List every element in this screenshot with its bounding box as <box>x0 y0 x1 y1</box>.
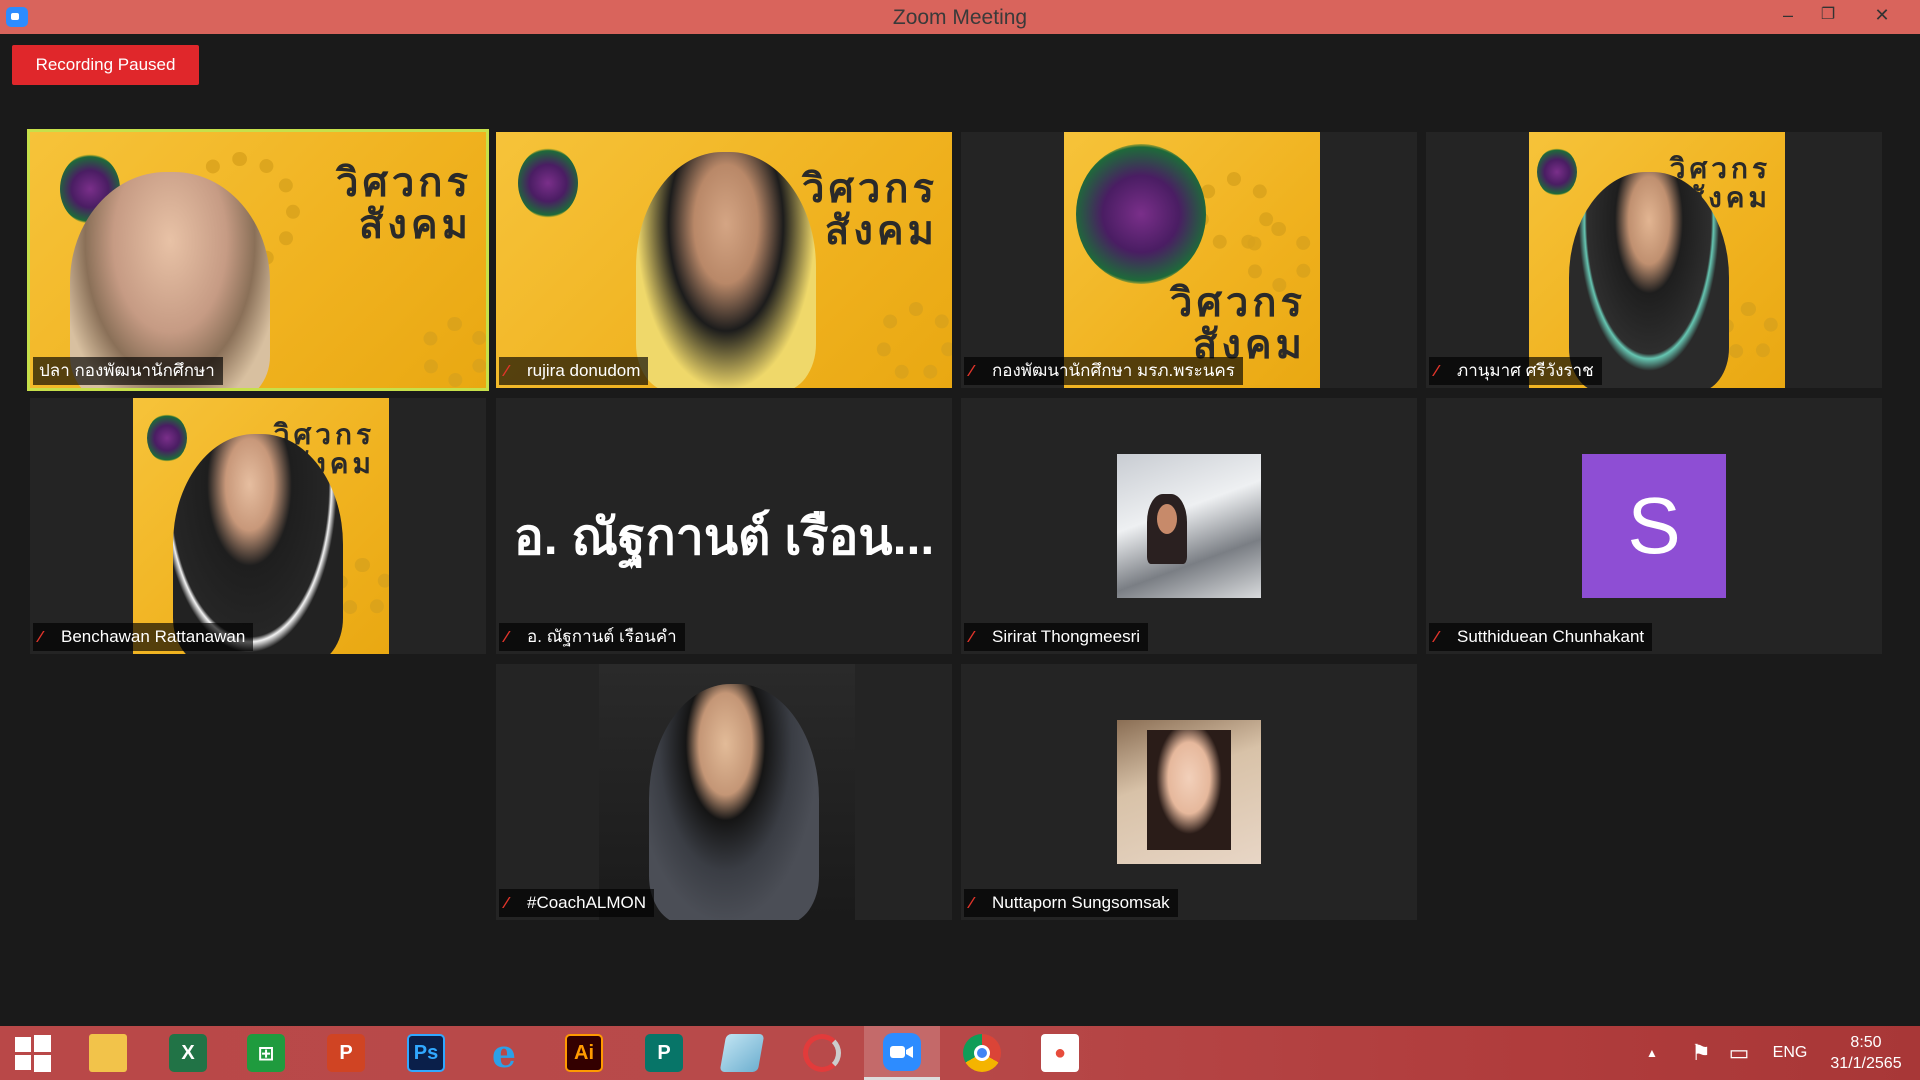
participant-name: ⁄ Sirirat Thongmeesri <box>964 623 1149 651</box>
participant-name: ปลา กองพัฒนานักศึกษา <box>33 357 223 385</box>
title-bar: Zoom Meeting – ❐ ✕ <box>0 0 1920 34</box>
participant-tile[interactable]: ⁄ Sirirat Thongmeesri <box>961 398 1417 654</box>
university-seal-icon <box>518 148 578 218</box>
taskbar-zoom[interactable] <box>864 1026 940 1080</box>
video-feed: วิศวกร สังคม <box>496 132 952 388</box>
participant-tile[interactable]: อ. ณัฐกานต์ เรือน... ⁄ อ. ณัฐกานต์ เรือนค… <box>496 398 952 654</box>
poster-title: วิศวกร สังคม <box>1169 279 1306 368</box>
taskbar: X ⊞ P Ps e Ai P ● ▲ ⚑ ▭ ENG 8:50 31/1/25… <box>0 1026 1920 1080</box>
participant-name: ⁄ rujira donudom <box>499 357 649 385</box>
university-seal-icon <box>147 414 187 462</box>
taskbar-office[interactable]: ● <box>1022 1026 1098 1080</box>
powerpoint-icon: P <box>327 1034 365 1072</box>
participant-tile[interactable]: วิศวกร สังคม ⁄ กองพัฒนานักศึกษา มรภ.พระนคร <box>961 132 1417 388</box>
muted-mic-icon: ⁄ <box>1435 629 1438 646</box>
taskbar-illustrator[interactable]: Ai <box>546 1026 622 1080</box>
chrome-icon <box>963 1034 1001 1072</box>
participant-tile[interactable]: วิศวกร สังคม ⁄ rujira donudom <box>496 132 952 388</box>
close-button[interactable]: ✕ <box>1862 0 1902 34</box>
participant-person <box>1569 172 1729 388</box>
university-seal-icon <box>1076 144 1206 284</box>
participant-person <box>173 434 343 654</box>
network-icon[interactable]: ▭ <box>1726 1026 1752 1080</box>
taskbar-publisher[interactable]: P <box>626 1026 702 1080</box>
taskbar-store[interactable]: ⊞ <box>228 1026 304 1080</box>
video-feed: วิศวกร สังคม <box>30 132 486 388</box>
clock-date: 31/1/2565 <box>1830 1055 1902 1072</box>
participant-tile[interactable]: วิศวกร สังคม ⁄ ภานุมาศ ศรีวังราช <box>1426 132 1882 388</box>
language-indicator[interactable]: ENG <box>1770 1026 1810 1080</box>
photoshop-icon: Ps <box>407 1034 445 1072</box>
ie-icon: e <box>491 1030 517 1076</box>
excel-icon: X <box>169 1034 207 1072</box>
participant-name: ⁄ Sutthiduean Chunhakant <box>1429 623 1653 651</box>
participant-name: ⁄ อ. ณัฐกานต์ เรือนคำ <box>499 623 685 651</box>
video-feed: วิศวกร สังคม <box>1529 132 1785 388</box>
letter-avatar: S <box>1582 454 1726 598</box>
folder-icon <box>89 1034 127 1072</box>
participant-person <box>649 684 819 920</box>
windows-logo-icon <box>15 1035 51 1072</box>
profile-picture <box>599 664 855 920</box>
participant-tile[interactable]: S ⁄ Sutthiduean Chunhakant <box>1426 398 1882 654</box>
profile-picture <box>1117 454 1261 598</box>
participant-name: ⁄ Nuttaporn Sungsomsak <box>964 889 1178 917</box>
start-button[interactable] <box>0 1026 66 1080</box>
participant-tile[interactable]: วิศวกร สังคม ⁄ Benchawan Rattanawan <box>30 398 486 654</box>
muted-mic-icon: ⁄ <box>970 895 973 912</box>
profile-picture <box>1117 720 1261 864</box>
muted-mic-icon: ⁄ <box>505 629 508 646</box>
muted-mic-icon: ⁄ <box>1435 363 1438 380</box>
taskbar-excel[interactable]: X <box>150 1026 226 1080</box>
office-icon: ● <box>1041 1034 1079 1072</box>
photoscape-icon <box>803 1034 841 1072</box>
poster-title: วิศวกร สังคม <box>801 165 938 254</box>
taskbar-internet-explorer[interactable]: e <box>466 1026 542 1080</box>
participant-tile[interactable]: ⁄ Nuttaporn Sungsomsak <box>961 664 1417 920</box>
participant-person <box>636 152 816 388</box>
video-feed: วิศวกร สังคม <box>133 398 389 654</box>
participant-name: ⁄ #CoachALMON <box>499 889 655 917</box>
muted-mic-icon: ⁄ <box>970 363 973 380</box>
clock-time: 8:50 <box>1850 1034 1882 1051</box>
poster-title: วิศวกร สังคม <box>335 159 472 248</box>
participant-person <box>70 172 270 388</box>
action-center-flag-icon[interactable]: ⚑ <box>1688 1026 1714 1080</box>
university-seal-icon <box>1537 148 1577 196</box>
muted-mic-icon: ⁄ <box>505 363 508 380</box>
participant-tile[interactable]: วิศวกร สังคม ปลา กองพัฒนานักศึกษา <box>27 129 489 391</box>
taskbar-powerpoint[interactable]: P <box>308 1026 384 1080</box>
store-icon: ⊞ <box>247 1034 285 1072</box>
recording-paused-badge[interactable]: Recording Paused <box>12 45 199 85</box>
restore-button[interactable]: ❐ <box>1808 0 1848 34</box>
taskbar-photoscape[interactable] <box>784 1026 860 1080</box>
participant-name: ⁄ กองพัฒนานักศึกษา มรภ.พระนคร <box>964 357 1243 385</box>
taskbar-notepad[interactable] <box>704 1026 780 1080</box>
tray-overflow-icon[interactable]: ▲ <box>1640 1026 1664 1080</box>
taskbar-chrome[interactable] <box>944 1026 1020 1080</box>
participant-name: ⁄ Benchawan Rattanawan <box>33 623 254 651</box>
participant-name: ⁄ ภานุมาศ ศรีวังราช <box>1429 357 1602 385</box>
muted-mic-icon: ⁄ <box>970 629 973 646</box>
minimize-button[interactable]: – <box>1768 0 1808 34</box>
zoom-icon <box>883 1032 921 1071</box>
notepad-icon <box>719 1034 765 1072</box>
clock[interactable]: 8:50 31/1/2565 <box>1820 1026 1912 1080</box>
publisher-icon: P <box>645 1034 683 1072</box>
window-title: Zoom Meeting <box>892 6 1028 29</box>
video-feed: วิศวกร สังคม <box>1064 132 1320 388</box>
muted-mic-icon: ⁄ <box>505 895 508 912</box>
muted-mic-icon: ⁄ <box>39 629 42 646</box>
participant-display-name: อ. ณัฐกานต์ เรือน... <box>513 509 935 565</box>
taskbar-photoshop[interactable]: Ps <box>388 1026 464 1080</box>
participant-tile[interactable]: ⁄ #CoachALMON <box>496 664 952 920</box>
illustrator-icon: Ai <box>565 1034 603 1072</box>
taskbar-file-explorer[interactable] <box>70 1026 146 1080</box>
